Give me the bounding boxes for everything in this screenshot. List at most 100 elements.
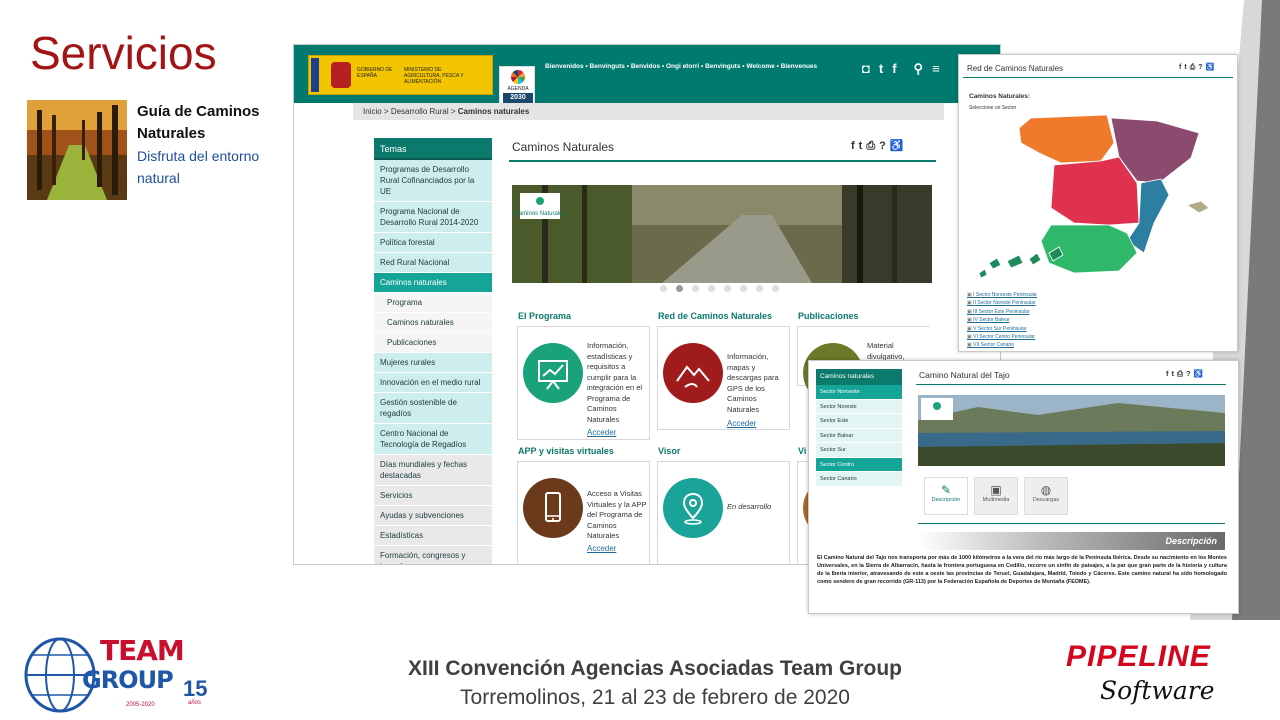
sector-link[interactable]: ▣ VII Sector Canario xyxy=(967,341,1037,349)
team-group-logo: TEAM GROUP 15 2005-2020 años xyxy=(20,630,220,715)
sidebar-item[interactable]: Formación, congresos y jornadas xyxy=(374,546,492,564)
sector-noroeste-region[interactable] xyxy=(1018,114,1115,164)
print-icon[interactable]: ⎙ xyxy=(1177,369,1186,378)
spain-sector-map[interactable] xyxy=(979,113,1224,283)
card-title-red[interactable]: Red de Caminos Naturales xyxy=(658,311,772,321)
tajo-sidebar-item[interactable]: Sector Sur xyxy=(816,443,902,458)
card-title-visor[interactable]: Visor xyxy=(658,446,680,456)
help-icon[interactable]: ? xyxy=(1198,64,1205,71)
print-icon[interactable]: ⎙ xyxy=(866,140,879,152)
tab-multimedia[interactable]: ▣ Multimedia xyxy=(974,477,1018,515)
carousel-dot[interactable] xyxy=(756,285,763,292)
carousel-dot[interactable] xyxy=(660,285,667,292)
breadcrumb-current: Caminos naturales xyxy=(457,107,530,116)
tajo-sidebar-item[interactable]: Sector Centro xyxy=(816,457,902,472)
sidebar-item[interactable]: Publicaciones xyxy=(374,333,492,353)
header-icons: ◘ t f ⚲ ≡ xyxy=(862,61,940,77)
pencil-icon: ✎ xyxy=(940,483,952,497)
language-links[interactable]: Bienvenidos • Benvinguts • Benvidos • On… xyxy=(545,63,817,70)
accessibility-icon[interactable]: ♿ xyxy=(890,140,908,152)
carousel-dot[interactable] xyxy=(740,285,747,292)
forest-path-thumbnail xyxy=(27,100,127,200)
breadcrumb-section[interactable]: Desarrollo Rural xyxy=(391,107,449,116)
sidebar-item[interactable]: Política forestal xyxy=(374,233,492,253)
sidebar-item[interactable]: Servicios xyxy=(374,486,492,506)
tajo-river-photo[interactable] xyxy=(918,395,1225,466)
map-window: Red de Caminos Naturales ft⎙?♿ Caminos N… xyxy=(958,54,1238,352)
card-title-app[interactable]: APP y visitas virtuales xyxy=(518,446,614,456)
tajo-sidebar-item[interactable]: Sector Canario xyxy=(816,472,902,487)
carousel-dot-active[interactable] xyxy=(676,285,683,292)
sector-centro-region[interactable] xyxy=(1050,156,1140,226)
tajo-sidebar: Caminos naturales Sector Noroeste Sector … xyxy=(816,369,902,487)
access-link[interactable]: Acceder xyxy=(727,419,756,428)
carousel-dot[interactable] xyxy=(724,285,731,292)
sector-link-label: VI Sector Centro Peninsular xyxy=(973,334,1036,341)
sidebar-item[interactable]: Gestión sostenible de regadíos xyxy=(374,393,492,424)
card-title-publicaciones[interactable]: Publicaciones xyxy=(798,311,859,321)
title-underline xyxy=(509,160,936,162)
sidebar-item[interactable]: Mujeres rurales xyxy=(374,353,492,373)
share-icons: ft⎙?♿ xyxy=(1179,63,1217,72)
government-logo[interactable]: GOBIERNO DE ESPAÑA MINISTERIO DE AGRICUL… xyxy=(308,55,535,106)
help-icon[interactable]: ? xyxy=(879,140,890,152)
sidebar-item[interactable]: Programa Nacional de Desarrollo Rural 20… xyxy=(374,202,492,233)
facebook-icon[interactable]: f xyxy=(851,140,859,152)
sidebar-item[interactable]: Centro Nacional de Tecnología de Regadío… xyxy=(374,424,492,455)
access-link[interactable]: Acceder xyxy=(587,428,616,437)
card-visor[interactable]: En desarrollo xyxy=(657,461,790,564)
media-icon: ▣ xyxy=(990,483,1002,497)
sidebar-item[interactable]: Caminos naturales xyxy=(374,273,492,293)
help-icon[interactable]: ? xyxy=(1186,369,1194,378)
facebook-icon[interactable]: f xyxy=(892,61,896,77)
sidebar-item[interactable]: Caminos naturales xyxy=(374,313,492,333)
card-title-programa[interactable]: El Programa xyxy=(518,311,571,321)
tab-descargas[interactable]: ◍ Descargas xyxy=(1024,477,1068,515)
sector-link[interactable]: ▣ V Sector Sur Peninsular xyxy=(967,325,1037,333)
accessibility-icon[interactable]: ♿ xyxy=(1194,369,1206,378)
sector-link-label: V Sector Sur Peninsular xyxy=(973,325,1027,332)
map-pin-icon xyxy=(663,478,723,538)
card-red-caminos[interactable]: Información, mapas y descargas para GPS … xyxy=(657,326,790,430)
sector-link[interactable]: ▣ I Sector Noroeste Peninsular xyxy=(967,291,1037,299)
menu-icon[interactable]: ≡ xyxy=(932,61,940,77)
carousel-dot[interactable] xyxy=(708,285,715,292)
hero-image[interactable]: Caminos Naturales xyxy=(512,185,932,283)
tajo-sidebar-item[interactable]: Sector Este xyxy=(816,414,902,429)
breadcrumb-home[interactable]: Inicio xyxy=(363,107,382,116)
hero-logo: Caminos Naturales xyxy=(514,211,565,217)
card-text: Información, estadísticas y requisitos a… xyxy=(587,341,643,424)
sector-link-label: IV Sector Balear xyxy=(973,317,1010,324)
instagram-icon[interactable]: ◘ xyxy=(862,61,870,77)
card-title-visitas[interactable]: Vi xyxy=(798,446,806,456)
sidebar-item[interactable]: Días mundiales y fechas destacadas xyxy=(374,455,492,486)
agenda-year: 2030 xyxy=(503,93,533,103)
sector-link[interactable]: ▣ II Sector Noreste Peninsular xyxy=(967,299,1037,307)
agenda-2030-logo[interactable]: AGENDA 2030 xyxy=(499,66,535,106)
sdg-wheel-icon xyxy=(511,70,525,84)
sector-link[interactable]: ▣ VI Sector Centro Peninsular xyxy=(967,333,1037,341)
card-programa[interactable]: Información, estadísticas y requisitos a… xyxy=(517,326,650,440)
sector-balear-region[interactable] xyxy=(1186,200,1210,214)
sidebar-item[interactable]: Programas de Desarrollo Rural Cofinancia… xyxy=(374,160,492,202)
print-icon[interactable]: ⎙ xyxy=(1190,64,1199,71)
tajo-sidebar-item[interactable]: Sector Balear xyxy=(816,428,902,443)
tajo-sidebar-item[interactable]: Sector Noroeste xyxy=(816,385,902,400)
card-app[interactable]: Acceso a Visitas Virtuales y la APP del … xyxy=(517,461,650,564)
sector-link[interactable]: ▣ IV Sector Balear xyxy=(967,316,1037,324)
search-icon[interactable]: ⚲ xyxy=(914,61,924,77)
sector-link[interactable]: ▣ III Sector Este Peninsular xyxy=(967,308,1037,316)
accessibility-icon[interactable]: ♿ xyxy=(1206,64,1218,71)
sidebar-item[interactable]: Innovación en el medio rural xyxy=(374,373,492,393)
carousel-dot[interactable] xyxy=(692,285,699,292)
sidebar-item[interactable]: Estadísticas xyxy=(374,526,492,546)
access-link[interactable]: Acceder xyxy=(587,544,616,553)
sidebar-item[interactable]: Red Rural Nacional xyxy=(374,253,492,273)
carousel-dot[interactable] xyxy=(772,285,779,292)
tajo-sidebar-item[interactable]: Sector Noreste xyxy=(816,399,902,414)
tab-descripcion[interactable]: ✎ Descripción xyxy=(924,477,968,515)
twitter-icon[interactable]: t xyxy=(879,61,883,77)
map-heading: Caminos Naturales: xyxy=(969,93,1031,100)
sidebar-item[interactable]: Ayudas y subvenciones xyxy=(374,506,492,526)
sidebar-item[interactable]: Programa xyxy=(374,293,492,313)
